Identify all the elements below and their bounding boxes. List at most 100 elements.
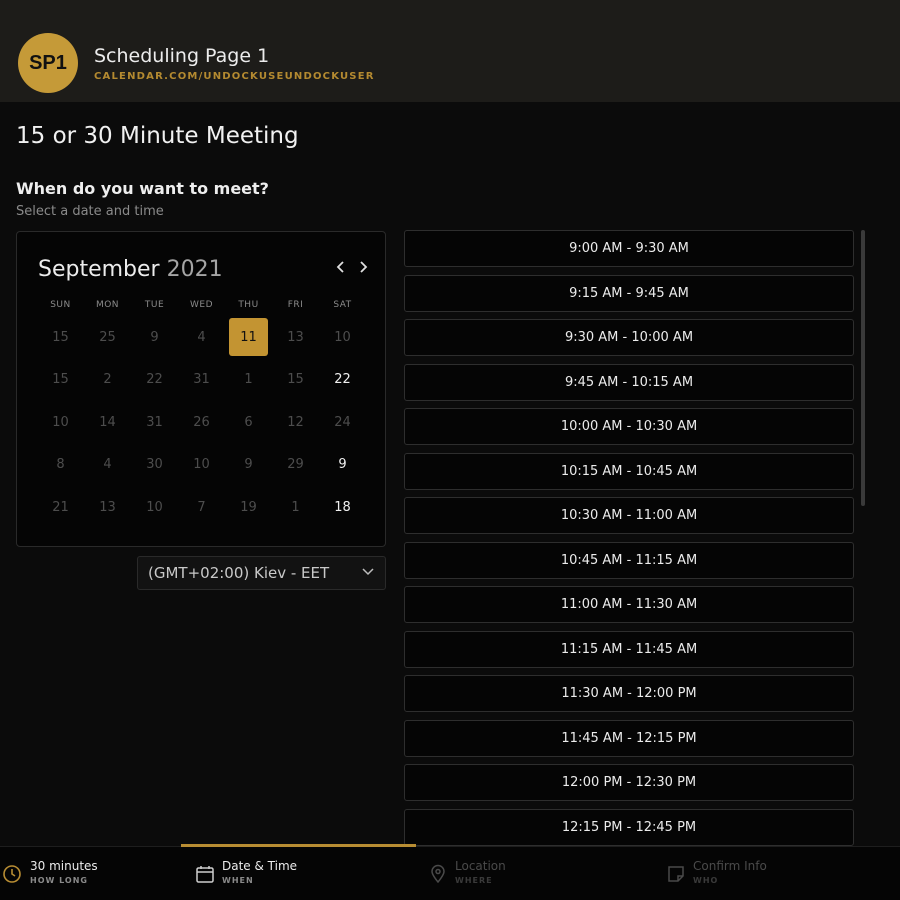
calendar-day: 26 [178,401,225,444]
calendar-year: 2021 [166,257,223,282]
time-slot-button[interactable]: 10:30 AM - 11:00 AM [404,497,854,534]
weekday-header: WED [189,300,213,310]
calendar-day: 14 [84,401,131,444]
calendar-day-number: 26 [193,414,210,430]
time-slot-button[interactable]: 10:00 AM - 10:30 AM [404,408,854,445]
step-sublabel: WHO [693,876,719,885]
calendar-day-number: 15 [52,372,69,388]
calendar-day-number: 30 [146,457,163,473]
timezone-select[interactable]: (GMT+02:00) Kiev - EET [137,556,386,590]
calendar-day-number: 9 [150,329,159,345]
calendar-month: September [38,257,160,282]
calendar-day: 10 [319,316,366,359]
calendar-day: 15 [37,316,84,359]
time-slot-button[interactable]: 9:45 AM - 10:15 AM [404,363,854,401]
calendar-day-number: 22 [334,372,351,388]
calendar-day: 15 [37,359,84,402]
calendar-day: 8 [37,444,84,487]
time-slot-button[interactable]: 11:30 AM - 12:00 PM [404,675,854,712]
booking-steps-bar: 30 minutes HOW LONG Date & Time WHEN Loc… [0,844,900,900]
meeting-title: 15 or 30 Minute Meeting [16,123,299,149]
time-slot-button[interactable]: 11:15 AM - 11:45 AM [404,630,854,668]
calendar-day: 19 [225,486,272,529]
calendar-day: 31 [178,359,225,402]
calendar-day: 10 [178,444,225,487]
chevron-down-icon [362,568,374,576]
calendar-day-number: 10 [52,414,69,430]
time-slot-button[interactable]: 12:00 PM - 12:30 PM [404,764,854,801]
calendar-day-number: 11 [229,318,268,357]
scheduling-page-url[interactable]: CALENDAR.COM/UNDOCKUSEUNDOCKUSER [94,71,375,82]
calendar-day-number: 29 [287,457,304,473]
calendar-day-number: 24 [334,414,351,430]
calendar-day-number: 6 [244,414,253,430]
time-slot-button[interactable]: 11:00 AM - 11:30 AM [404,586,854,623]
calendar-day-number: 13 [99,499,116,515]
time-slot-list: 9:00 AM - 9:30 AM 9:15 AM - 9:45 AM 9:30 A… [404,230,856,846]
time-slot-button[interactable]: 11:45 AM - 12:15 PM [404,719,854,757]
weekday-header: THU [238,300,259,310]
calendar-day-number: 1 [244,372,253,388]
time-slot-button[interactable]: 12:15 PM - 12:45 PM [404,808,854,846]
page-header: SP1 Scheduling Page 1 CALENDAR.COM/UNDOC… [0,0,900,102]
step-label: 30 minutes [30,859,98,873]
time-slot-button[interactable]: 9:15 AM - 9:45 AM [404,274,854,312]
step-label: Date & Time [222,859,298,873]
calendar-day-number: 15 [52,329,69,345]
calendar-day: 24 [319,401,366,444]
calendar-day-number: 18 [334,499,351,515]
calendar-grid: SUN MON TUE WED THU FRI SAT 15 25 9 4 11 13 10 15 2 22 31… [37,300,366,529]
calendar-day: 4 [84,444,131,487]
weekday-header: TUE [144,300,165,310]
calendar-day: 2 [84,359,131,402]
chevron-left-icon [336,261,344,273]
calendar-day: 25 [84,316,131,359]
timezone-value: (GMT+02:00) Kiev - EET [148,564,330,582]
weekday-header: SUN [50,300,71,310]
calendar-day: 15 [272,359,319,402]
time-slot-button[interactable]: 9:00 AM - 9:30 AM [404,230,854,267]
step-who[interactable]: Confirm Info WHO [646,847,900,900]
calendar-day-number: 14 [99,414,116,430]
previous-month-button[interactable] [332,260,350,278]
calendar-day[interactable]: 18 [319,486,366,529]
clock-icon [3,865,21,883]
header-text: Scheduling Page 1 CALENDAR.COM/UNDOCKUSE… [94,45,375,82]
calendar-day: 30 [131,444,178,487]
calendar-day[interactable]: 22 [319,359,366,402]
weekday-header: SAT [333,300,352,310]
calendar-day: 12 [272,401,319,444]
step-where[interactable]: Location WHERE [416,847,646,900]
calendar-day-number: 31 [193,372,210,388]
calendar-day-number: 9 [244,457,253,473]
calendar-day-number: 25 [99,329,116,345]
calendar-day-number: 10 [193,457,210,473]
calendar-day-number: 7 [197,499,206,515]
calendar-day-number: 21 [52,499,69,515]
calendar-day: 9 [131,316,178,359]
next-month-button[interactable] [354,260,372,278]
scheduling-page-title: Scheduling Page 1 [94,44,270,67]
step-when[interactable]: Date & Time WHEN [181,847,416,900]
step-label: Location [455,859,506,873]
calendar-day[interactable]: 9 [319,444,366,487]
step-how-long[interactable]: 30 minutes HOW LONG [0,847,180,900]
calendar-day: 4 [178,316,225,359]
date-picker: September 2021 SUN MON TUE WED THU FRI SAT 15 25… [16,231,386,547]
time-slot-scrollbar[interactable] [861,230,865,506]
calendar-day: 13 [272,316,319,359]
time-slot-button[interactable]: 10:45 AM - 11:15 AM [404,541,854,579]
calendar-day: 13 [84,486,131,529]
note-icon [668,866,684,882]
time-slot-button[interactable]: 9:30 AM - 10:00 AM [404,319,854,356]
calendar-day-number: 8 [56,457,65,473]
calendar-day-number: 22 [146,372,163,388]
time-slot-button[interactable]: 10:15 AM - 10:45 AM [404,452,854,490]
when-heading: When do you want to meet? [16,179,269,198]
calendar-day-selected[interactable]: 11 [225,316,272,359]
calendar-day-number: 4 [197,329,206,345]
avatar: SP1 [18,33,78,93]
calendar-day: 10 [37,401,84,444]
when-subheading: Select a date and time [16,204,164,219]
step-sublabel: WHEN [222,876,254,885]
